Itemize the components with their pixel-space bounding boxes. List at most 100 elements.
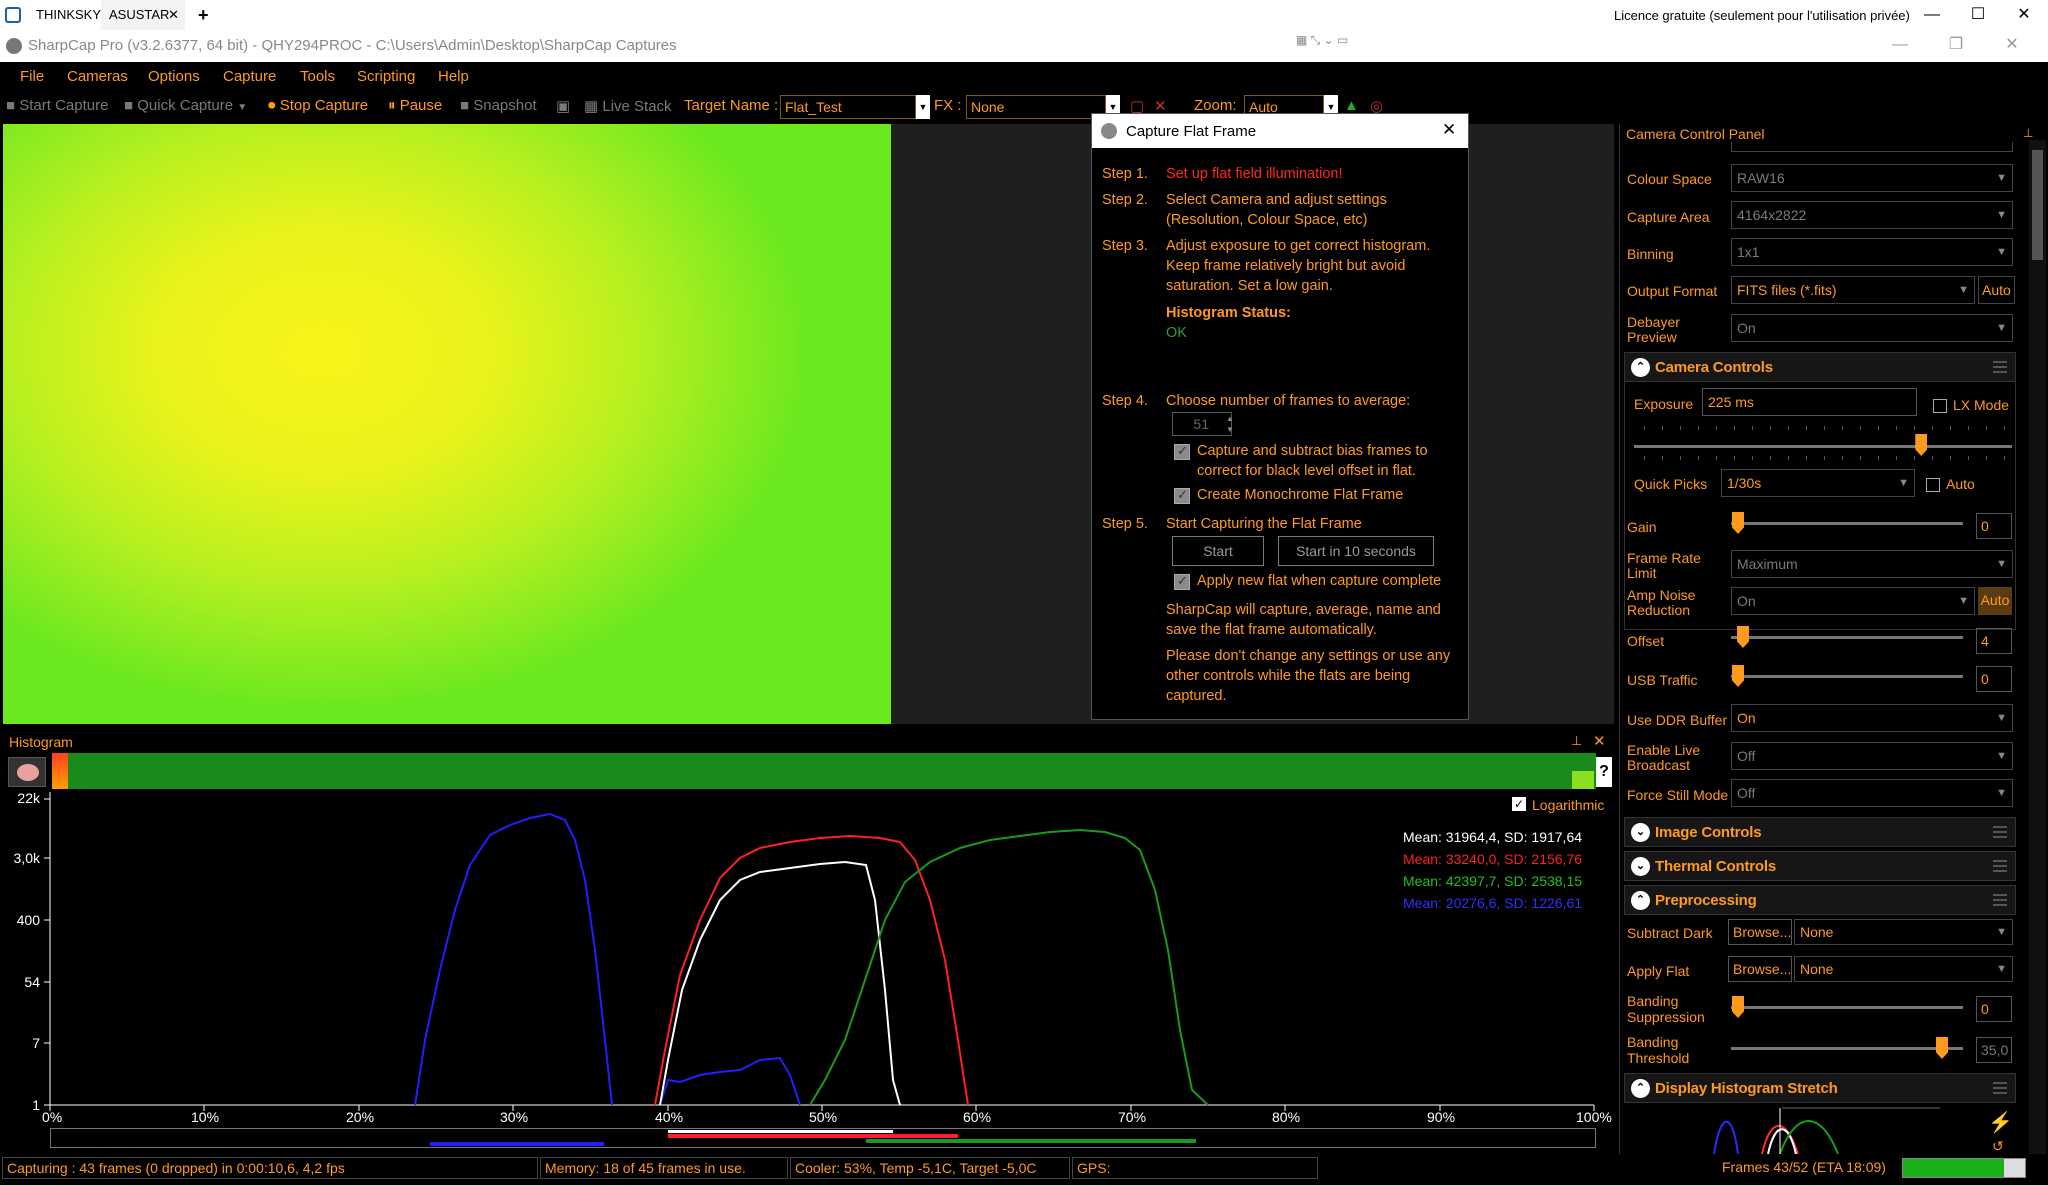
- x-tick-label: 60%: [963, 1109, 992, 1125]
- apply-flat-browse-button[interactable]: Browse...: [1728, 956, 1792, 982]
- banding-supp-slider-track[interactable]: [1731, 1006, 1963, 1009]
- brain-icon[interactable]: [8, 757, 46, 787]
- camera-controls-header[interactable]: ⌃ Camera Controls: [1624, 352, 2016, 382]
- reset-icon[interactable]: ↺: [1992, 1138, 2004, 1155]
- output-format-select[interactable]: FITS files (*.fits) ▼: [1731, 276, 1975, 304]
- settings-icon[interactable]: ▣: [556, 97, 570, 115]
- lx-mode-checkbox[interactable]: [1933, 399, 1947, 413]
- quick-auto-checkbox[interactable]: [1926, 478, 1940, 492]
- subtract-dark-select[interactable]: None ▼: [1794, 919, 2013, 945]
- close-tab-icon[interactable]: ✕: [168, 0, 179, 30]
- close-icon[interactable]: ✕: [1593, 732, 1606, 750]
- menu-help[interactable]: Help: [438, 68, 469, 85]
- amp-noise-auto-button[interactable]: Auto: [1978, 587, 2012, 615]
- stepper-arrows-icon[interactable]: ▲ ▼: [1222, 413, 1238, 435]
- target-name-input[interactable]: Flat_Test: [780, 95, 916, 119]
- frame-rate-select[interactable]: Maximum ▼: [1731, 550, 2013, 578]
- exposure-slider-track[interactable]: [1634, 445, 2012, 448]
- gain-value-input[interactable]: 0: [1976, 513, 2012, 539]
- banding-thr-input[interactable]: 35,0: [1976, 1037, 2012, 1063]
- app-close-icon[interactable]: ✕: [1989, 30, 2035, 60]
- binning-select[interactable]: 1x1 ▼: [1731, 238, 2013, 266]
- white-point-marker[interactable]: [1572, 771, 1594, 789]
- menu-cameras[interactable]: Cameras: [67, 68, 128, 85]
- remote-toolbar-icons[interactable]: ▦ ⤡ ⌄ ▭: [1296, 33, 1352, 49]
- menu-capture[interactable]: Capture: [223, 68, 276, 85]
- stop-capture-button[interactable]: ⏺ Stop Capture: [268, 97, 368, 114]
- colour-space-select[interactable]: RAW16 ▼: [1731, 164, 2013, 192]
- ddr-buffer-select[interactable]: On ▼: [1731, 704, 2013, 732]
- banding-thr-slider-thumb[interactable]: [1936, 1037, 1948, 1059]
- fx-select[interactable]: None: [966, 95, 1106, 119]
- minimize-icon[interactable]: —: [1909, 0, 1955, 30]
- amp-noise-select[interactable]: On ▼: [1731, 587, 1975, 615]
- broadcast-select[interactable]: Off ▼: [1731, 742, 2013, 770]
- panel-scrollbar[interactable]: [2029, 140, 2046, 1154]
- offset-value-input[interactable]: 4: [1976, 628, 2012, 654]
- menu-icon[interactable]: [1993, 1082, 2007, 1094]
- help-button[interactable]: ?: [1596, 757, 1612, 787]
- chevron-down-icon: ▼: [1996, 963, 2007, 975]
- start-capture-button[interactable]: ■ Start Capture: [6, 97, 108, 114]
- snapshot-button[interactable]: ■ Snapshot: [460, 97, 537, 114]
- close-icon[interactable]: ✕: [2001, 0, 2047, 30]
- remote-tab-asustar[interactable]: ASUSTAR ✕: [101, 0, 185, 30]
- close-icon[interactable]: ✕: [1442, 120, 1456, 140]
- menu-file[interactable]: File: [20, 68, 44, 85]
- image-controls-header[interactable]: ⌄ Image Controls: [1624, 817, 2016, 847]
- maximize-icon[interactable]: ☐: [1955, 0, 2001, 30]
- slider-tick: [1734, 426, 1735, 430]
- menu-icon[interactable]: [1993, 826, 2007, 838]
- menu-scripting[interactable]: Scripting: [357, 68, 415, 85]
- app-restore-icon[interactable]: ❐: [1933, 30, 1979, 60]
- read-mode-select[interactable]: [1731, 142, 2013, 152]
- capture-area-select[interactable]: 4164x2822 ▼: [1731, 201, 2013, 229]
- output-format-auto-button[interactable]: Auto: [1978, 276, 2015, 304]
- apply-flat-checkbox[interactable]: [1174, 573, 1190, 590]
- menu-icon[interactable]: [1993, 361, 2007, 373]
- pin-icon[interactable]: ⊥: [1571, 733, 1582, 749]
- apply-flat-label: Apply Flat: [1627, 963, 1690, 979]
- scrollbar-thumb[interactable]: [2032, 150, 2043, 260]
- quick-picks-select[interactable]: 1/30s ▼: [1721, 469, 1915, 497]
- thermal-controls-header[interactable]: ⌄ Thermal Controls: [1624, 851, 2016, 881]
- offset-slider-thumb[interactable]: [1737, 626, 1749, 648]
- live-stack-button[interactable]: ▦ Live Stack: [584, 97, 672, 115]
- usb-slider-thumb[interactable]: [1732, 665, 1744, 687]
- quick-capture-button[interactable]: ■ Quick Capture ▼: [124, 97, 247, 114]
- display-stretch-header[interactable]: ⌃ Display Histogram Stretch: [1624, 1073, 2016, 1103]
- banding-thr-slider-track[interactable]: [1731, 1047, 1963, 1050]
- force-still-select[interactable]: Off ▼: [1731, 779, 2013, 807]
- menu-icon[interactable]: [1993, 860, 2007, 872]
- banding-supp-slider-thumb[interactable]: [1732, 996, 1744, 1018]
- debayer-preview-select[interactable]: On ▼: [1731, 314, 2013, 342]
- banding-supp-input[interactable]: 0: [1976, 996, 2012, 1022]
- remote-tab-thinksky[interactable]: THINKSKY: [28, 0, 109, 30]
- add-tab-icon[interactable]: +: [190, 0, 217, 30]
- bias-frames-checkbox[interactable]: [1174, 443, 1190, 460]
- menu-icon[interactable]: [1993, 894, 2007, 906]
- usb-slider-track[interactable]: [1731, 675, 1963, 678]
- app-minimize-icon[interactable]: —: [1877, 30, 1923, 60]
- menu-tools[interactable]: Tools: [300, 68, 335, 85]
- subtract-dark-browse-button[interactable]: Browse...: [1728, 919, 1792, 945]
- lightning-icon[interactable]: ⚡: [1988, 1110, 2013, 1135]
- usb-value-input[interactable]: 0: [1976, 666, 2012, 692]
- preprocessing-header[interactable]: ⌃ Preprocessing: [1624, 885, 2016, 915]
- apply-flat-select[interactable]: None ▼: [1794, 956, 2013, 982]
- offset-slider-track[interactable]: [1731, 636, 1963, 639]
- monochrome-checkbox[interactable]: [1174, 487, 1190, 504]
- pause-button[interactable]: ⏸ Pause: [388, 97, 442, 114]
- pin-icon[interactable]: ⊥: [2023, 126, 2033, 140]
- start-button[interactable]: Start: [1172, 536, 1264, 566]
- color-picker-icon[interactable]: ▲: [1344, 97, 1359, 114]
- exposure-input[interactable]: 225 ms: [1702, 388, 1917, 416]
- chevron-down-icon[interactable]: ▼: [916, 95, 930, 119]
- camera-image-view[interactable]: [3, 124, 891, 724]
- menu-options[interactable]: Options: [148, 68, 200, 85]
- output-format-label: Output Format: [1627, 283, 1718, 299]
- start-in-10-seconds-button[interactable]: Start in 10 seconds: [1278, 536, 1434, 566]
- gain-slider-track[interactable]: [1731, 522, 1963, 525]
- black-point-marker[interactable]: [52, 753, 68, 789]
- histogram-range-bar[interactable]: [52, 753, 1596, 789]
